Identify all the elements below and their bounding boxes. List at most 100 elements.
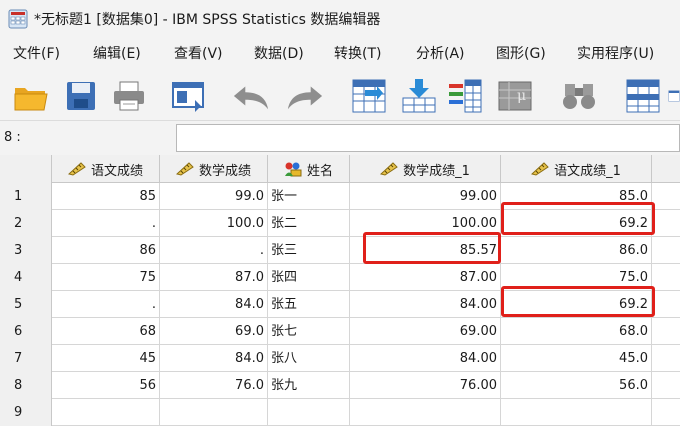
cell-empty[interactable]: [652, 318, 680, 345]
menu-graphs[interactable]: 图形(G): [496, 43, 546, 63]
row-number[interactable]: 6: [0, 318, 52, 345]
cell-yuwen-1[interactable]: 69.2: [501, 210, 652, 237]
row-number[interactable]: 8: [0, 372, 52, 399]
cell-shuxue[interactable]: 84.0: [160, 291, 268, 318]
row-number[interactable]: 3: [0, 237, 52, 264]
column-header-shuxue-1[interactable]: 数学成绩_1: [350, 155, 501, 183]
cell-yuwen[interactable]: 86: [52, 237, 160, 264]
cell-yuwen-1[interactable]: [501, 399, 652, 426]
spss-app-icon[interactable]: [8, 9, 28, 29]
goto-variable-icon[interactable]: [400, 78, 438, 114]
cell-shuxue[interactable]: 76.0: [160, 372, 268, 399]
menu-analyze[interactable]: 分析(A): [416, 43, 465, 63]
cell-shuxue-1[interactable]: 85.57: [350, 237, 501, 264]
undo-icon[interactable]: [232, 78, 270, 114]
cell-empty[interactable]: [652, 345, 680, 372]
row-number[interactable]: 7: [0, 345, 52, 372]
cell-value-input[interactable]: [176, 124, 680, 152]
column-header-xingming[interactable]: 姓名: [268, 155, 350, 183]
cell-xingming[interactable]: 张四: [268, 264, 350, 291]
redo-icon[interactable]: [286, 78, 324, 114]
find-icon[interactable]: [560, 78, 598, 114]
cell-yuwen-1[interactable]: 69.2: [501, 291, 652, 318]
row-number[interactable]: 9: [0, 399, 52, 426]
menu-data[interactable]: 数据(D): [254, 43, 304, 63]
cell-shuxue[interactable]: 100.0: [160, 210, 268, 237]
cell-xingming[interactable]: 张三: [268, 237, 350, 264]
table-row: 4 75 87.0 张四 87.00 75.0: [0, 264, 680, 291]
row-number[interactable]: 1: [0, 183, 52, 210]
column-header-label: 语文成绩: [90, 163, 143, 179]
menu-view[interactable]: 查看(V): [174, 43, 223, 63]
open-folder-icon[interactable]: [12, 78, 50, 114]
menu-edit[interactable]: 编辑(E): [93, 43, 141, 63]
cell-xingming[interactable]: 张七: [268, 318, 350, 345]
scale-measure-icon: [531, 162, 549, 176]
cell-shuxue-1[interactable]: 100.00: [350, 210, 501, 237]
menu-bar: 文件(F) 编辑(E) 查看(V) 数据(D) 转换(T) 分析(A) 图形(G…: [0, 40, 680, 68]
cell-shuxue-1[interactable]: 76.00: [350, 372, 501, 399]
column-header-empty[interactable]: [652, 155, 680, 183]
cell-yuwen-1[interactable]: 68.0: [501, 318, 652, 345]
variables-icon[interactable]: [446, 78, 484, 114]
insert-cases-icon[interactable]: [624, 78, 662, 114]
cell-shuxue[interactable]: 84.0: [160, 345, 268, 372]
cell-shuxue[interactable]: 69.0: [160, 318, 268, 345]
corner-cell[interactable]: [0, 155, 52, 183]
cell-xingming[interactable]: [268, 399, 350, 426]
cell-yuwen[interactable]: 85: [52, 183, 160, 210]
cell-shuxue[interactable]: [160, 399, 268, 426]
goto-case-icon[interactable]: [350, 78, 388, 114]
cell-empty[interactable]: [652, 264, 680, 291]
cell-shuxue-1[interactable]: 84.00: [350, 345, 501, 372]
cell-yuwen-1[interactable]: 56.0: [501, 372, 652, 399]
column-header-yuwen[interactable]: 语文成绩: [52, 155, 160, 183]
cell-yuwen[interactable]: 56: [52, 372, 160, 399]
cell-xingming[interactable]: 张一: [268, 183, 350, 210]
cell-yuwen[interactable]: [52, 399, 160, 426]
row-number[interactable]: 2: [0, 210, 52, 237]
dialog-recall-icon[interactable]: [170, 78, 208, 114]
cell-shuxue-1[interactable]: 99.00: [350, 183, 501, 210]
cell-yuwen-1[interactable]: 75.0: [501, 264, 652, 291]
cell-shuxue-1[interactable]: 87.00: [350, 264, 501, 291]
cell-shuxue[interactable]: 87.0: [160, 264, 268, 291]
cell-yuwen[interactable]: 45: [52, 345, 160, 372]
cell-empty[interactable]: [652, 237, 680, 264]
cell-shuxue[interactable]: .: [160, 237, 268, 264]
cell-empty[interactable]: [652, 291, 680, 318]
row-number[interactable]: 5: [0, 291, 52, 318]
cell-xingming[interactable]: 张九: [268, 372, 350, 399]
cell-yuwen[interactable]: .: [52, 291, 160, 318]
cell-yuwen[interactable]: 75: [52, 264, 160, 291]
cell-yuwen[interactable]: .: [52, 210, 160, 237]
cell-shuxue-1[interactable]: 69.00: [350, 318, 501, 345]
print-icon[interactable]: [110, 78, 148, 114]
cell-empty[interactable]: [652, 183, 680, 210]
cell-yuwen-1[interactable]: 45.0: [501, 345, 652, 372]
menu-utilities[interactable]: 实用程序(U): [577, 43, 654, 63]
cell-yuwen[interactable]: 68: [52, 318, 160, 345]
cell-reference: 8 :: [4, 130, 21, 145]
cell-shuxue-1[interactable]: 84.00: [350, 291, 501, 318]
table-row: 8 56 76.0 张九 76.00 56.0: [0, 372, 680, 399]
insert-variable-icon[interactable]: [668, 78, 680, 114]
run-descriptive-icon[interactable]: μ: [496, 78, 534, 114]
cell-xingming[interactable]: 张八: [268, 345, 350, 372]
menu-file[interactable]: 文件(F): [13, 43, 60, 63]
cell-shuxue[interactable]: 99.0: [160, 183, 268, 210]
cell-empty[interactable]: [652, 210, 680, 237]
menu-transform[interactable]: 转换(T): [334, 43, 381, 63]
column-header-yuwen-1[interactable]: 语文成绩_1: [501, 155, 652, 183]
table-row: 6 68 69.0 张七 69.00 68.0: [0, 318, 680, 345]
cell-empty[interactable]: [652, 372, 680, 399]
cell-yuwen-1[interactable]: 85.0: [501, 183, 652, 210]
save-icon[interactable]: [62, 78, 100, 114]
cell-empty[interactable]: [652, 399, 680, 426]
row-number[interactable]: 4: [0, 264, 52, 291]
cell-yuwen-1[interactable]: 86.0: [501, 237, 652, 264]
cell-xingming[interactable]: 张五: [268, 291, 350, 318]
column-header-shuxue[interactable]: 数学成绩: [160, 155, 268, 183]
cell-shuxue-1[interactable]: [350, 399, 501, 426]
cell-xingming[interactable]: 张二: [268, 210, 350, 237]
